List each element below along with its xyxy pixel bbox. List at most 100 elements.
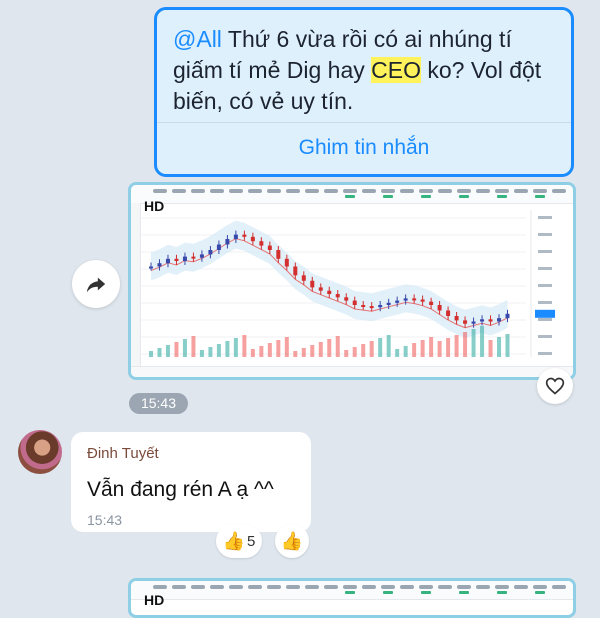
chart-image-message-2[interactable]: HD (128, 578, 576, 618)
volume-bar (149, 351, 153, 357)
chart-symbol-label: HD (144, 592, 165, 608)
toolbar-tick (495, 585, 509, 589)
candle-body (318, 287, 323, 291)
like-button[interactable] (537, 368, 573, 404)
volume-bar (335, 336, 340, 357)
volume-bar (310, 345, 315, 357)
volume-bar (327, 339, 332, 357)
volume-bar (174, 342, 179, 357)
volume-bar (497, 337, 502, 357)
toolbar-tick (362, 585, 376, 589)
last-price-marker (535, 309, 555, 318)
volume-bar (301, 348, 306, 357)
candle-body (157, 263, 162, 267)
candle-body (403, 298, 408, 301)
toolbar-tick (533, 585, 547, 589)
volume-bar (361, 344, 366, 357)
volume-bar (412, 343, 417, 357)
candle-body (310, 280, 315, 288)
candle-body (208, 250, 213, 255)
candle-body (225, 239, 230, 245)
candle-body (293, 266, 298, 276)
candle-body (352, 300, 357, 305)
toolbar-value (497, 591, 507, 594)
avatar[interactable] (18, 430, 62, 474)
volume-bar (318, 342, 323, 357)
volume-bar (182, 339, 187, 357)
mention-all[interactable]: @All (173, 26, 222, 52)
price-tick (538, 216, 552, 219)
volume-bar (208, 347, 213, 357)
volume-bar (250, 349, 255, 357)
candle-body (497, 318, 502, 322)
react-button[interactable]: 👍 (275, 524, 309, 558)
volume-bar (395, 349, 400, 357)
price-tick (538, 335, 552, 338)
candle-body (505, 313, 510, 319)
toolbar-tick (191, 585, 205, 589)
candlestick-chart (141, 210, 555, 357)
candle-body (233, 234, 238, 239)
toolbar-tick (457, 585, 471, 589)
candle-body (259, 241, 264, 246)
pinned-message-text: @All Thứ 6 vừa rồi có ai nhúng tí giấm t… (173, 24, 559, 117)
chart-toolbar (131, 581, 573, 600)
price-tick (538, 250, 552, 253)
message-text: Vẫn đang rén A ạ ^^ (87, 478, 274, 501)
volume-bar (259, 346, 264, 357)
volume-bar (267, 343, 272, 357)
volume-bar (293, 351, 298, 357)
candle-body (429, 301, 434, 305)
reaction-count: 5 (247, 532, 256, 550)
reply-message-bubble[interactable]: Đinh Tuyết Vẫn đang rén A ạ ^^ 15:43 (71, 432, 311, 532)
toolbar-tick (210, 585, 224, 589)
candle-body (174, 258, 179, 261)
volume-bar (505, 334, 510, 357)
volume-bar (352, 347, 357, 357)
toolbar-tick (438, 585, 452, 589)
candle-body (361, 305, 366, 307)
candle-body (488, 319, 493, 322)
candle-body (242, 234, 247, 237)
candle-body (395, 300, 400, 303)
candle-body (420, 299, 425, 302)
toolbar-tick (552, 585, 566, 589)
candle-body (378, 305, 383, 308)
volume-bar (233, 338, 238, 357)
candle-body (446, 310, 451, 316)
volume-bar (165, 345, 170, 357)
toolbar-value (345, 591, 355, 594)
candle-body (386, 302, 391, 305)
price-tick (538, 318, 552, 321)
reaction-summary[interactable]: 👍 5 (216, 524, 262, 558)
volume-bar (463, 332, 468, 357)
volume-bar (420, 340, 425, 357)
toolbar-tick (476, 585, 490, 589)
toolbar-tick (267, 585, 281, 589)
sender-name[interactable]: Đinh Tuyết (87, 445, 159, 462)
toolbar-value (421, 591, 431, 594)
forward-button[interactable] (72, 260, 120, 308)
volume-bar (429, 337, 434, 357)
volume-bar (471, 329, 476, 357)
pinned-divider (157, 122, 571, 123)
candle-body (437, 305, 442, 311)
candle-body (276, 250, 281, 259)
volume-bar (344, 350, 349, 357)
candle-body (182, 256, 187, 261)
candle-body (369, 306, 374, 309)
pin-message-button[interactable]: Ghim tin nhắn (157, 136, 571, 160)
chart-image-message[interactable]: HD (128, 182, 576, 380)
toolbar-value (535, 591, 545, 594)
highlighted-keyword: CEO (371, 57, 421, 83)
toolbar-tick (419, 585, 433, 589)
pinned-message-card[interactable]: @All Thứ 6 vừa rồi có ai nhúng tí giấm t… (154, 7, 574, 177)
message-time: 15:43 (87, 512, 123, 528)
volume-bar (276, 340, 281, 357)
candle-body (199, 254, 204, 258)
volume-bar (378, 338, 383, 357)
volume-bar (369, 341, 374, 357)
toolbar-tick (514, 585, 528, 589)
toolbar-tick (400, 585, 414, 589)
candle-body (344, 297, 349, 301)
